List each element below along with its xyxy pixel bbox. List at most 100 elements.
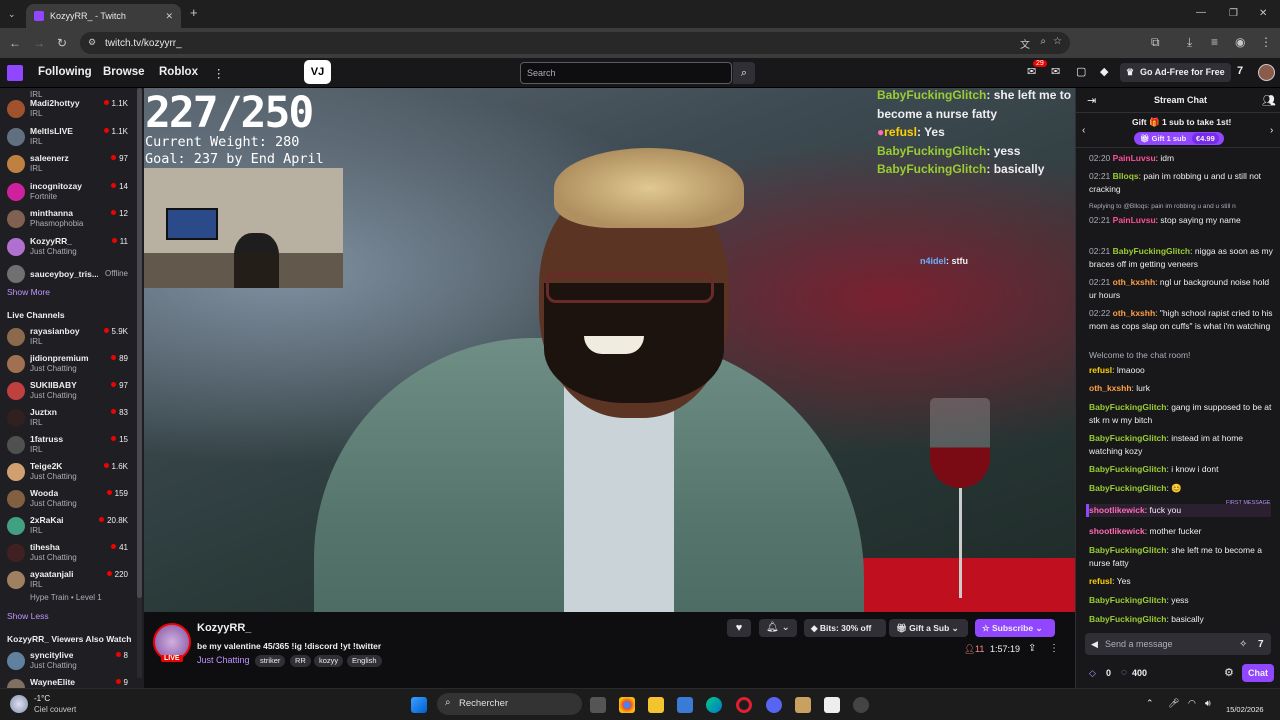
tab-close-icon[interactable]: ✕ [165,11,173,22]
video-player[interactable]: 227/250 Current Weight: 280 Goal: 237 by… [144,88,1075,612]
new-tab-button[interactable]: + [190,6,198,19]
notifications-button[interactable]: 🔔︎ ⌄ [759,619,797,637]
sidebar-scrollbar[interactable] [137,88,142,678]
nav-following[interactable]: Following [38,66,92,78]
chat-settings-icon[interactable]: ◀ [1091,639,1098,650]
chat-message[interactable]: 02:21 Blloqs: pain im robbing u and u st… [1089,170,1274,195]
gift-sub-button[interactable]: 🎁︎ Gift a Sub ⌄ [889,619,968,637]
file-explorer-icon[interactable] [648,697,664,713]
chat-username[interactable]: PainLuvsu [1113,153,1156,163]
windows-start-icon[interactable] [411,697,427,713]
chat-message[interactable]: shootlikewick: mother fucker [1089,525,1274,538]
chat-username[interactable]: BabyFuckingGlitch [1089,402,1166,412]
bits-button[interactable]: ◆ Bits: 30% off [804,619,886,637]
tray-overflow-icon[interactable]: ⌃ [1146,698,1154,709]
chat-message[interactable]: BabyFuckingGlitch: 😊 [1089,482,1274,495]
close-window-button[interactable]: ✕ [1259,8,1267,20]
task-view-icon[interactable] [590,697,606,713]
sidebar-channel[interactable]: sauceyboy_tris... Offline [0,262,140,289]
download-icon[interactable]: ⤓ [1187,36,1192,48]
emote-icon[interactable]: ✧ [1239,639,1247,650]
translate-icon[interactable]: 文 [1020,36,1030,51]
tag-pill[interactable]: kozyy [314,655,344,667]
stream-category[interactable]: Just Chatting [197,655,250,665]
chat-send-button[interactable]: Chat [1242,664,1274,682]
chat-username[interactable]: BabyFuckingGlitch [1089,595,1166,605]
chat-username[interactable]: BabyFuckingGlitch [1089,483,1166,493]
chat-username[interactable]: BabyFuckingGlitch [1089,614,1166,624]
streamer-name[interactable]: KozyyRR_ [197,622,251,634]
collapse-chat-icon[interactable]: ⇥ [1087,94,1096,107]
subscribe-button[interactable]: ☆ Subscribe ⌄ [975,619,1055,637]
chat-message[interactable]: 02:22 oth_kxshh: "high school rapist cri… [1089,307,1274,332]
nav-browse[interactable]: Browse [103,66,145,78]
chat-message[interactable]: 02:20 PainLuvsu: idm [1089,152,1274,165]
sidebar-scrollbar-thumb[interactable] [137,88,142,598]
messages-icon[interactable]: ▢ [1076,65,1086,78]
forward-icon[interactable]: → [33,37,45,49]
chat-username[interactable]: BabyFuckingGlitch [1113,246,1190,256]
edge-icon[interactable] [706,697,722,713]
discord-icon[interactable] [766,697,782,713]
back-icon[interactable]: ← [9,37,21,49]
search-input[interactable]: Search [520,62,732,84]
chat-username[interactable]: BabyFuckingGlitch [1089,433,1166,443]
sidebar-channel[interactable]: saleenerz IRL 97 [0,152,140,179]
chat-message[interactable]: refusl: lmaooo [1089,364,1274,377]
tab-list-icon[interactable]: ⌄ [8,8,16,20]
reading-list-icon[interactable]: ≡ [1211,36,1218,48]
chat-message[interactable]: 02:21 PainLuvsu: stop saying my name [1089,214,1274,227]
tag-pill[interactable]: English [347,655,382,667]
chat-message[interactable]: BabyFuckingGlitch: yess [1089,594,1274,607]
chrome-icon[interactable] [619,697,635,713]
sidebar-channel[interactable]: WayneElite 9 [0,676,140,688]
taskbar-search[interactable]: ⌕ Rechercher [437,693,582,715]
extension-7tv-icon[interactable]: 7 [1237,65,1243,77]
volume-icon[interactable]: 🔊︎ [1205,698,1211,709]
mic-icon[interactable]: 🎤︎ [1168,698,1179,709]
tag-pill[interactable]: striker [255,655,286,667]
chat-username[interactable]: refusl [1089,365,1112,375]
browser-tab[interactable]: KozyyRR_ - Twitch ✕ [26,4,181,28]
chat-username[interactable]: oth_kxshh [1089,383,1132,393]
chat-username[interactable]: BabyFuckingGlitch [1089,464,1166,474]
zoom-icon[interactable]: ⌕ [1040,36,1046,47]
app-icon[interactable] [795,697,811,713]
chat-username[interactable]: oth_kxshh [1113,308,1156,318]
sidebar-channel[interactable]: KozyyRR_ Just Chatting 11 [0,235,140,262]
bookmark-star-icon[interactable]: ☆ [1053,36,1062,47]
weather-icon[interactable] [10,695,28,713]
nav-more-icon[interactable]: ⋮ [213,66,225,80]
site-info-icon[interactable]: ⚙ [88,37,96,48]
minimize-button[interactable]: — [1196,7,1206,19]
chat-message[interactable]: 02:21 BabyFuckingGlitch: nigga as soon a… [1089,245,1274,270]
chat-username[interactable]: shootlikewick [1089,526,1145,536]
show-less-link[interactable]: Show Less [7,611,49,621]
go-ad-free-button[interactable]: ♛ Go Ad-Free for Free [1120,63,1231,82]
share-icon[interactable]: ⇪ [1028,643,1036,654]
banner-next-icon[interactable]: › [1270,125,1273,136]
tag-pill[interactable]: RR [290,655,311,667]
sidebar-channel[interactable]: 1fatruss IRL 15 [0,433,140,460]
sidebar-channel[interactable]: Teige2K Just Chatting 1.6K [0,460,140,487]
twitch-logo-icon[interactable] [7,65,23,81]
chat-username[interactable]: Blloqs [1113,171,1139,181]
sidebar-channel[interactable]: ayaatanjali IRL 220 [0,568,140,595]
profile-icon[interactable]: ◉ [1235,36,1245,48]
sidebar-channel[interactable]: jidionpremium Just Chatting 89 [0,352,140,379]
chat-username[interactable]: PainLuvsu [1113,215,1156,225]
nav-roblox[interactable]: Roblox [159,66,198,78]
user-avatar[interactable] [1258,64,1275,81]
chat-username[interactable]: shootlikewick [1089,505,1145,515]
inbox-icon[interactable]: ✉ [1027,65,1036,78]
gift-one-sub-button[interactable]: 🎁︎ Gift 1 sub €4.99 [1134,132,1224,145]
sidebar-channel[interactable]: SUKIIBABY Just Chatting 97 [0,379,140,406]
chat-message[interactable]: BabyFuckingGlitch: gang im supposed to b… [1089,401,1274,426]
drops-icon[interactable]: ◆ [1100,65,1108,78]
chat-message[interactable]: BabyFuckingGlitch: i know i dont [1089,463,1274,476]
search-button[interactable]: ⌕ [733,62,755,84]
chat-username[interactable]: oth_kxshh [1113,277,1156,287]
reload-icon[interactable]: ↻ [57,37,67,49]
sidebar-channel[interactable]: tihesha Just Chatting 41 [0,541,140,568]
store-icon[interactable] [677,697,693,713]
